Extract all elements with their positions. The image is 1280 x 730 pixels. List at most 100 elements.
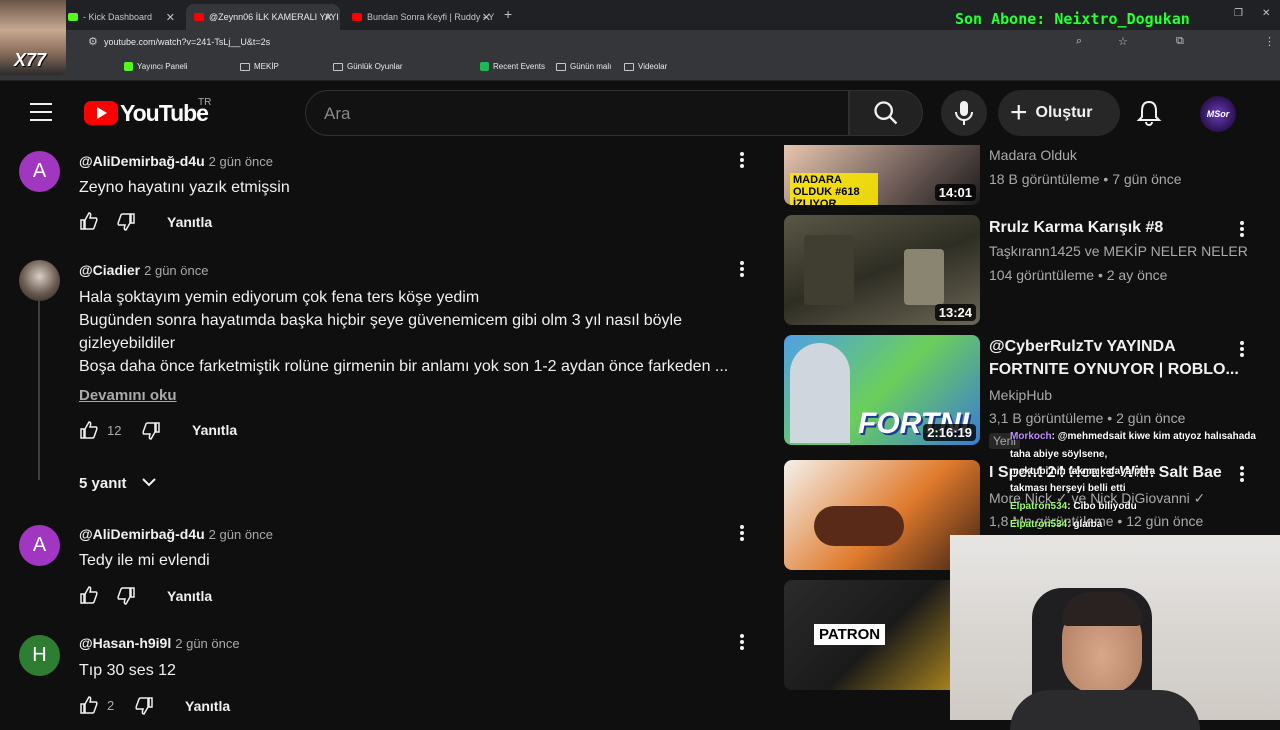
author-name[interactable]: @AliDemirbağ-d4u (79, 526, 205, 542)
chat-message: takması herşeyi belli etti (1010, 483, 1126, 494)
like-icon[interactable] (80, 696, 98, 714)
like-count: 12 (107, 423, 122, 438)
tab-youtube-active[interactable]: @Zeynn06 İLK KAMERALI YAYI ✕ (186, 4, 340, 30)
youtube-wordmark[interactable]: YouTube (120, 100, 209, 127)
dislike-icon[interactable] (117, 213, 135, 231)
new-tab-icon[interactable]: + (504, 6, 512, 22)
comment-time[interactable]: 2 gün önce (209, 154, 273, 169)
close-icon[interactable]: ✕ (324, 11, 333, 24)
dislike-icon[interactable] (135, 697, 153, 715)
voice-search-button[interactable] (941, 90, 987, 136)
bookmark-label: MEKİP (254, 62, 279, 71)
search-button[interactable] (849, 90, 923, 136)
video-duration: 2:16:19 (923, 424, 976, 441)
close-window-icon[interactable]: ✕ (1262, 8, 1270, 19)
chat-user: Elpatron534 (1010, 519, 1068, 530)
folder-icon (556, 62, 566, 71)
video-title[interactable]: @CyberRulzTv YAYINDA (989, 338, 1176, 356)
tab-kick-dashboard[interactable]: - Kick Dashboard ✕ (60, 4, 182, 30)
video-title[interactable]: Rrulz Karma Karışık #8 (989, 219, 1163, 237)
author-name[interactable]: @AliDemirbağ-d4u (79, 153, 205, 169)
app-icon (480, 62, 489, 71)
reply-button[interactable]: Yanıtla (192, 422, 237, 438)
comment-more-icon[interactable] (737, 152, 747, 170)
kick-icon (124, 62, 133, 71)
bookmark-label: Recent Events (493, 62, 546, 71)
thumbnail-scene (904, 249, 944, 305)
bookmark-star-icon[interactable]: ☆ (1118, 35, 1128, 48)
zoom-icon[interactable]: ⌕ (1076, 35, 1082, 48)
comment-avatar[interactable]: A (19, 525, 60, 566)
bookmark-yayinci-paneli[interactable]: Yayıncı Paneli (124, 62, 188, 71)
chat-message: Morkoch: @mehmedsait kiwe kim atıyoz hal… (1010, 431, 1256, 442)
restore-icon[interactable]: ❐ (1234, 8, 1243, 19)
dislike-icon[interactable] (142, 422, 160, 440)
close-icon[interactable]: ✕ (166, 11, 175, 24)
comment-author[interactable]: @Ciadier 2 gün önce (79, 262, 208, 278)
url-field[interactable]: youtube.com/watch?v=241-TsLj__U&t=2s (104, 37, 270, 47)
replies-toggle[interactable]: 5 yanıt (79, 475, 127, 492)
dislike-icon[interactable] (117, 587, 135, 605)
comment-text: Tedy ile mi evlendi (79, 552, 210, 569)
extensions-icon[interactable]: ⧉ (1176, 35, 1184, 48)
comment-time[interactable]: 2 gün önce (144, 263, 208, 278)
comment-text-line: Boşa daha önce farketmiştik rolüne girme… (79, 358, 729, 375)
site-info-icon[interactable]: ⚙ (88, 35, 98, 48)
avatar-letter: A (32, 534, 47, 556)
reply-button[interactable]: Yanıtla (167, 214, 212, 230)
notifications-bell-icon[interactable] (1136, 99, 1162, 132)
comment-author[interactable]: @Hasan-h9i9l 2 gün önce (79, 635, 240, 651)
video-thumbnail[interactable]: MADARA OLDUK #618 İZLIYOR 14:01 (784, 145, 980, 205)
comment-time[interactable]: 2 gün önce (175, 636, 239, 651)
thumbnail-scene (804, 235, 854, 305)
video-thumbnail[interactable]: 13:24 (784, 215, 980, 325)
bookmark-label: Günlük Oyunlar (347, 62, 403, 71)
comment-avatar[interactable]: H (19, 635, 60, 676)
bookmark-recent-events[interactable]: Recent Events (480, 62, 545, 71)
author-name[interactable]: @Ciadier (79, 262, 140, 278)
search-input[interactable] (305, 90, 849, 136)
comment-avatar[interactable] (19, 260, 60, 301)
video-more-icon[interactable] (1237, 221, 1247, 239)
tab-label: - Kick Dashboard (83, 12, 153, 22)
bookmark-mekip[interactable]: MEKİP (240, 62, 279, 71)
reply-button[interactable]: Yanıtla (185, 698, 230, 714)
like-icon[interactable] (80, 421, 98, 439)
author-name[interactable]: @Hasan-h9i9l (79, 635, 171, 651)
comment-more-icon[interactable] (737, 261, 747, 279)
read-more-link[interactable]: Devamını oku (79, 387, 177, 404)
video-title-line2[interactable]: FORTNITE OYNUYOR | ROBLO... (989, 361, 1239, 379)
video-more-icon[interactable] (1237, 466, 1247, 484)
comment-author[interactable]: @AliDemirbağ-d4u 2 gün önce (79, 526, 273, 542)
comment-avatar[interactable]: A (19, 151, 60, 192)
chat-message: Elpatron534: glaiba (1010, 519, 1102, 530)
bookmark-videolar[interactable]: Videolar (624, 62, 667, 71)
close-icon[interactable]: ✕ (482, 11, 491, 24)
like-icon[interactable] (80, 586, 98, 604)
video-channel[interactable]: Madara Olduk (989, 147, 1077, 163)
comment-author[interactable]: @AliDemirbağ-d4u 2 gün önce (79, 153, 273, 169)
comment-more-icon[interactable] (737, 634, 747, 652)
video-more-icon[interactable] (1237, 341, 1247, 359)
bookmark-gunun-mali[interactable]: Günün malı (556, 62, 611, 71)
like-count: 2 (107, 698, 115, 713)
reply-button[interactable]: Yanıtla (167, 588, 212, 604)
video-channel[interactable]: MekipHub (989, 387, 1052, 403)
video-stats: 18 B görüntüleme • 7 gün önce (989, 171, 1182, 187)
video-channel[interactable]: Taşkırann1425 ve MEKİP NELER NELER (989, 243, 1248, 259)
bookmark-label: Yayıncı Paneli (137, 62, 188, 71)
chat-text: : Cibo biliyodu (1067, 501, 1137, 512)
hamburger-menu-icon[interactable] (30, 103, 52, 127)
thumbnail-person (790, 343, 850, 443)
like-icon[interactable] (80, 212, 98, 230)
bookmark-gunluk-oyunlar[interactable]: Günlük Oyunlar (333, 62, 403, 71)
create-button[interactable]: + Oluştur (998, 90, 1120, 136)
tab-youtube-ruddy[interactable]: Bundan Sonra Keyfi | Ruddy - Y ✕ (344, 4, 498, 30)
video-thumbnail[interactable]: FORTNI 2:16:19 (784, 335, 980, 445)
comment-time[interactable]: 2 gün önce (209, 527, 273, 542)
menu-icon[interactable]: ⋮ (1264, 35, 1275, 48)
comment-more-icon[interactable] (737, 525, 747, 543)
webcam-person-body (1010, 690, 1200, 730)
chevron-down-icon[interactable] (141, 474, 157, 490)
account-avatar[interactable]: MSor (1200, 96, 1236, 132)
